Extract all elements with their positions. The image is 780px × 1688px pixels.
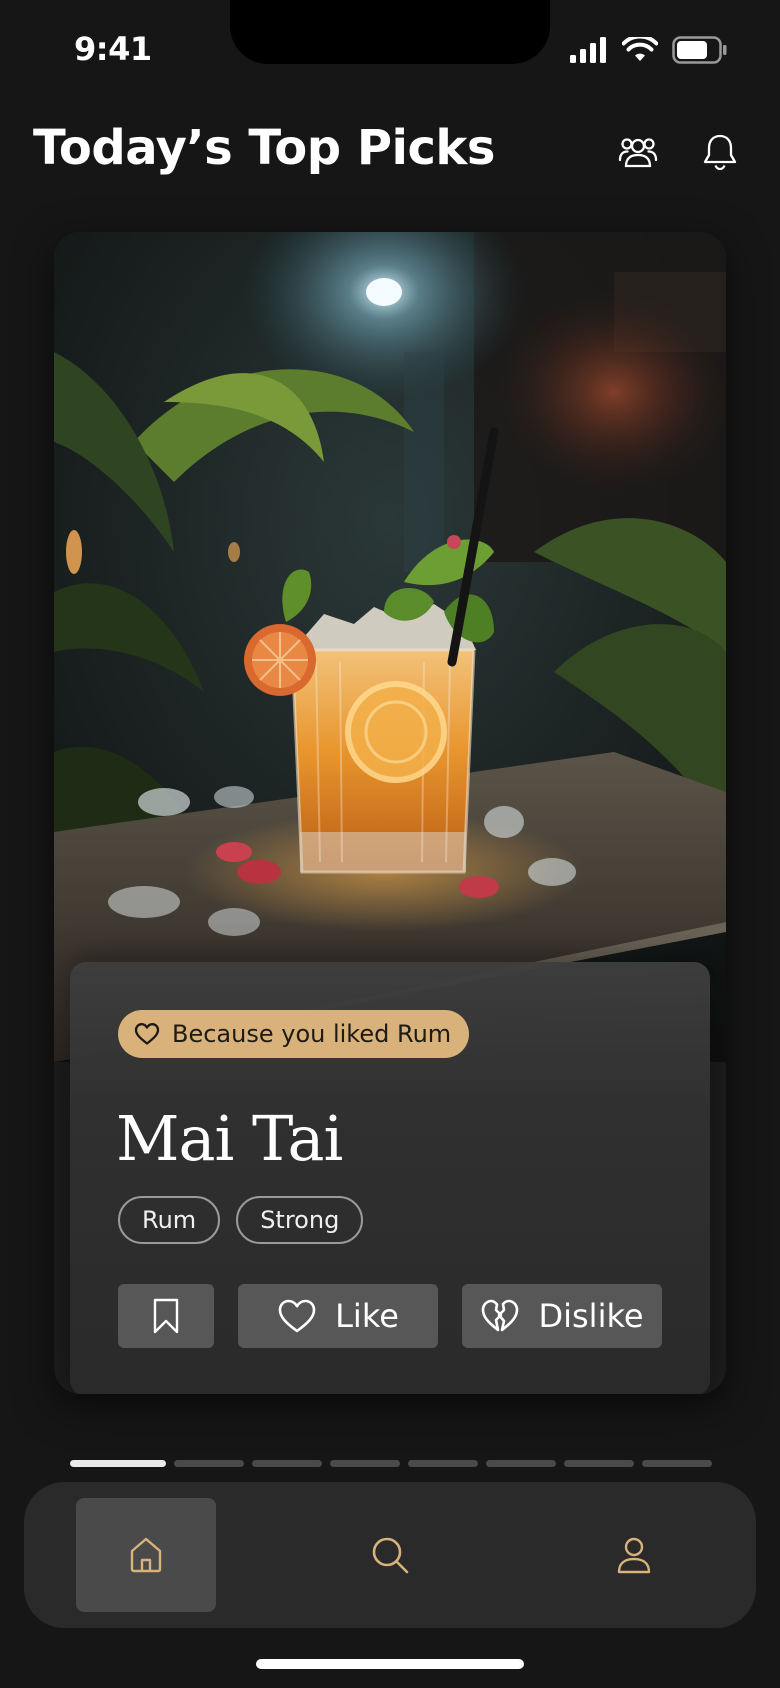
- header-actions: [614, 128, 744, 176]
- heart-outline-icon: [278, 1299, 316, 1333]
- home-indicator: [256, 1659, 524, 1669]
- search-icon: [372, 1537, 409, 1574]
- drink-info-panel: Because you liked Rum Mai Tai Rum Strong…: [70, 962, 710, 1394]
- progress-segment-active: [70, 1460, 166, 1467]
- friends-button[interactable]: [614, 128, 662, 176]
- tag-rum[interactable]: Rum: [118, 1196, 221, 1244]
- dislike-label: Dislike: [538, 1297, 644, 1335]
- bell-icon: [703, 134, 737, 171]
- progress-segment: [252, 1460, 322, 1467]
- heart-icon: [134, 1023, 160, 1045]
- recommendation-card[interactable]: Because you liked Rum Mai Tai Rum Strong…: [54, 232, 726, 1394]
- recommendation-reason-text: Because you liked Rum: [172, 1020, 452, 1048]
- home-icon: [130, 1537, 162, 1573]
- progress-segment: [486, 1460, 556, 1467]
- users-group-icon: [618, 138, 658, 168]
- progress-segment: [408, 1460, 478, 1467]
- status-icons: [570, 36, 728, 64]
- battery-icon: [672, 36, 727, 64]
- recommendation-reason-chip: Because you liked Rum: [118, 1010, 470, 1058]
- cocktail-photo: [54, 232, 726, 1062]
- bottom-tab-bar: [24, 1482, 756, 1628]
- user-icon: [617, 1537, 651, 1574]
- broken-heart-icon: [482, 1299, 519, 1332]
- wifi-icon: [622, 37, 658, 61]
- dislike-button[interactable]: Dislike: [462, 1284, 662, 1348]
- drink-tags: Rum Strong: [118, 1196, 364, 1244]
- tab-home[interactable]: [76, 1498, 216, 1612]
- card-actions: Like Dislike: [118, 1284, 662, 1348]
- progress-segment: [330, 1460, 400, 1467]
- status-time: 9:41: [74, 30, 152, 68]
- notifications-button[interactable]: [696, 128, 744, 176]
- drink-name: Mai Tai: [116, 1102, 343, 1175]
- device-notch: [230, 0, 550, 64]
- bookmark-icon: [153, 1298, 179, 1334]
- progress-segment: [564, 1460, 634, 1467]
- card-progress-indicator: [70, 1460, 712, 1467]
- page-title: Today’s Top Picks: [33, 120, 495, 176]
- like-label: Like: [335, 1297, 399, 1335]
- status-bar: 9:41: [0, 0, 780, 96]
- cellular-signal-icon: [570, 37, 606, 63]
- bookmark-button[interactable]: [118, 1284, 214, 1348]
- tag-strong[interactable]: Strong: [236, 1196, 364, 1244]
- progress-segment: [174, 1460, 244, 1467]
- tab-profile[interactable]: [564, 1498, 704, 1612]
- progress-segment: [642, 1460, 712, 1467]
- tab-search[interactable]: [320, 1498, 460, 1612]
- like-button[interactable]: Like: [238, 1284, 438, 1348]
